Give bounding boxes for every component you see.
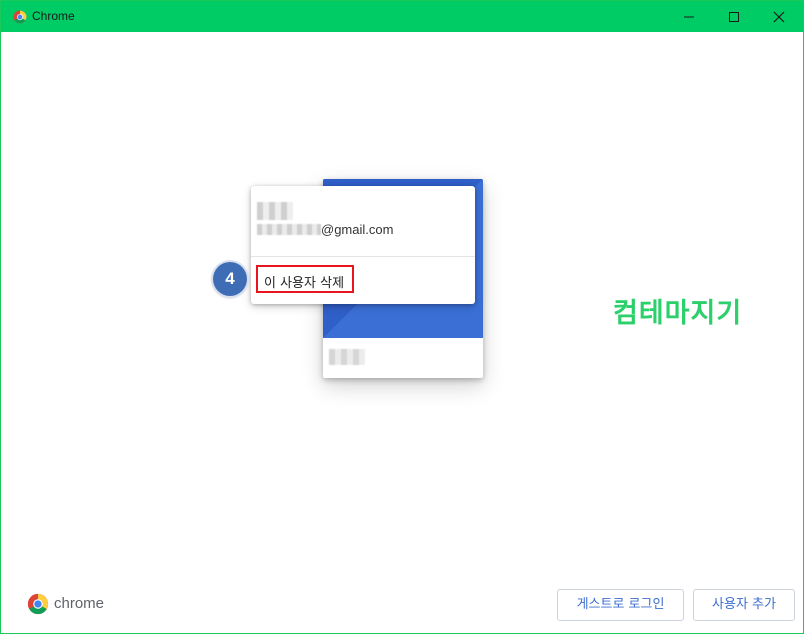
watermark-logo: 컴테마지기 <box>613 298 743 329</box>
window-title: Chrome <box>32 9 75 23</box>
minimize-icon <box>684 16 694 18</box>
chrome-logo-icon <box>27 593 49 615</box>
add-user-button[interactable]: 사용자 추가 <box>693 589 795 621</box>
close-icon <box>773 11 785 23</box>
blurred-account-name <box>257 202 293 220</box>
blurred-profile-name <box>329 349 365 365</box>
menu-divider <box>251 256 475 257</box>
chrome-brand-text: chrome <box>54 595 105 612</box>
chrome-profile-picker-window: Chrome @gmail.com 이 사용자 삭제 4 컴테마지기 chrom… <box>0 0 804 634</box>
remove-user-menu-item[interactable]: 이 사용자 삭제 <box>256 265 354 293</box>
maximize-icon <box>729 12 739 22</box>
title-bar[interactable]: Chrome <box>1 1 803 32</box>
close-button[interactable] <box>756 1 802 32</box>
account-email-domain: @gmail.com <box>321 222 394 237</box>
remove-user-label: 이 사용자 삭제 <box>264 276 345 291</box>
minimize-button[interactable] <box>666 1 712 32</box>
chrome-logo-icon <box>13 10 27 24</box>
blurred-email-local-part <box>257 224 321 235</box>
browse-as-guest-button[interactable]: 게스트로 로그인 <box>557 589 684 621</box>
profile-menu: @gmail.com 이 사용자 삭제 <box>251 186 475 304</box>
maximize-button[interactable] <box>711 1 757 32</box>
step-number-badge: 4 <box>213 262 247 296</box>
